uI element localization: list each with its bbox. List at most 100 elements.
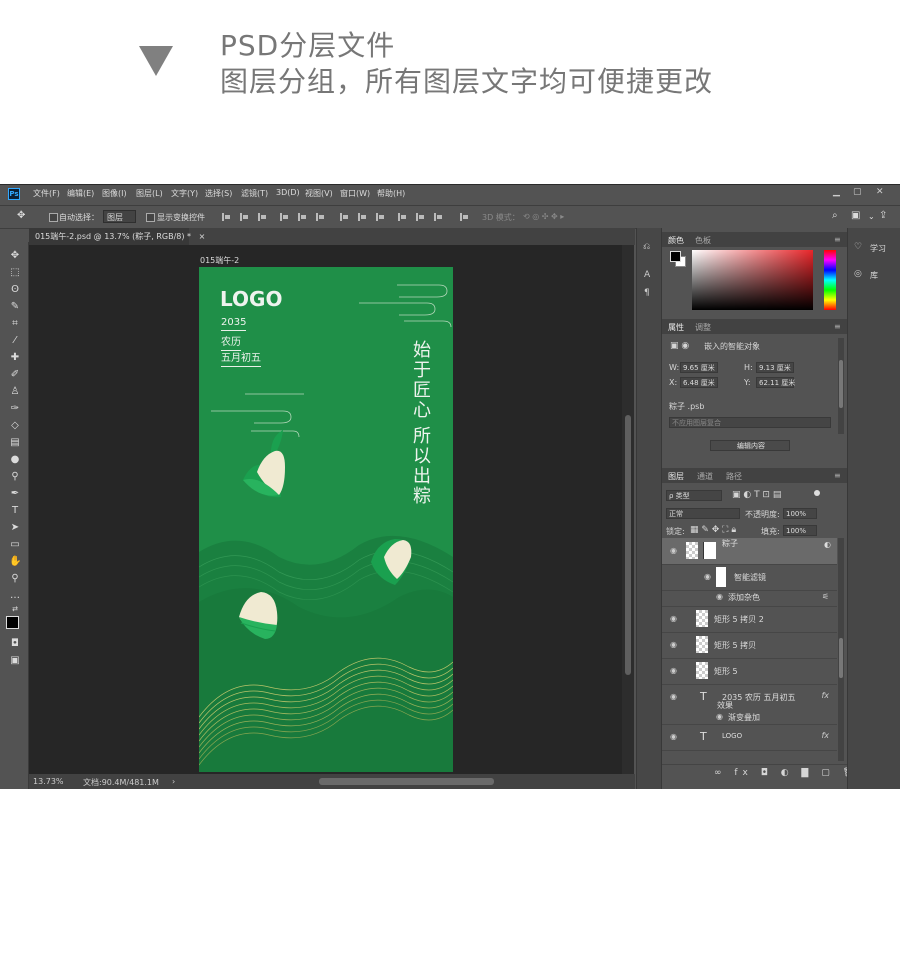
tab-paths[interactable]: 路径 [726, 471, 742, 482]
horizontal-scroll-thumb[interactable] [319, 778, 494, 785]
align-hcenter-icon[interactable] [298, 213, 306, 221]
visibility-eye-icon[interactable]: ◉ [670, 640, 677, 649]
color-picker-field[interactable] [692, 250, 813, 310]
opacity-field[interactable]: 100% [783, 508, 817, 519]
blur-icon[interactable]: ● [9, 454, 21, 465]
vertical-scroll-thumb[interactable] [625, 415, 631, 675]
tab-color[interactable]: 颜色 [668, 235, 684, 246]
maximize-icon[interactable]: ▢ [853, 187, 862, 197]
move-icon[interactable]: ✥ [9, 250, 21, 261]
auto-select-target-dropdown[interactable]: 图层 [103, 210, 136, 223]
layer-effects-icon[interactable]: fx [821, 731, 829, 740]
dodge-icon[interactable]: ⚲ [9, 471, 21, 482]
y-field[interactable]: 62.11 厘米 [756, 377, 795, 388]
crop-icon[interactable]: ⌗ [9, 318, 21, 329]
height-field[interactable]: 9.13 厘米 [756, 362, 794, 373]
eraser-icon[interactable]: ◇ [9, 420, 21, 431]
quick-mask-icon[interactable]: ◘ [9, 638, 21, 649]
learn-icon[interactable]: ♡ [854, 242, 862, 252]
align-left-icon[interactable] [280, 213, 288, 221]
visibility-eye-icon[interactable]: ◉ [716, 712, 723, 721]
color-foreground-swatch[interactable] [670, 251, 681, 262]
layer-row[interactable]: ◉ T LOGO fx [662, 724, 837, 751]
marquee-icon[interactable]: ⬚ [9, 267, 21, 278]
visibility-eye-icon[interactable]: ◉ [670, 732, 677, 741]
layer-row[interactable]: ◉ 智能滤镜 [662, 564, 837, 591]
vertical-scrollbar[interactable] [622, 245, 634, 774]
menu-type[interactable]: 文字(Y) [171, 188, 198, 199]
close-icon[interactable]: ✕ [876, 187, 884, 197]
properties-scroll-thumb[interactable] [839, 360, 843, 408]
panel-menu-icon[interactable]: ≡ [834, 235, 841, 244]
filter-toggle-icon[interactable] [814, 490, 820, 496]
move-tool-icon[interactable]: ✥ [17, 210, 25, 221]
rectangle-tool-icon[interactable]: ▭ [9, 539, 21, 550]
visibility-eye-icon[interactable]: ◉ [670, 614, 677, 623]
swap-colors-icon[interactable]: ⇄ [9, 604, 21, 615]
healing-brush-icon[interactable]: ✚ [9, 352, 21, 363]
menu-3d[interactable]: 3D(D) [276, 188, 300, 197]
auto-align-icon[interactable] [460, 213, 468, 221]
distribute-hcenter-icon[interactable] [416, 213, 424, 221]
layer-row[interactable]: ◉ 渐变叠加 [662, 710, 837, 725]
layers-footer-icons[interactable]: ∞ fx ◘ ◐ ▇ ▢ 🗑︎ [714, 768, 859, 778]
visibility-eye-icon[interactable]: ◉ [670, 546, 677, 555]
libraries-icon[interactable]: ◎ [854, 269, 862, 279]
workspace-dropdown-icon[interactable]: ⌄ [868, 212, 875, 221]
menu-window[interactable]: 窗口(W) [340, 188, 370, 199]
search-icon[interactable]: ⌕ [832, 210, 838, 221]
more-tools-icon[interactable]: … [9, 590, 21, 601]
tab-channels[interactable]: 通道 [697, 471, 713, 482]
layer-row[interactable]: ◉ 矩形 5 拷贝 2 [662, 606, 837, 633]
tab-close-icon[interactable]: × [199, 232, 206, 241]
layer-row[interactable]: ◉ 矩形 5 [662, 658, 837, 685]
path-select-icon[interactable]: ➤ [9, 522, 21, 533]
zoom-icon[interactable]: ⚲ [9, 573, 21, 584]
zoom-level[interactable]: 13.73% [33, 777, 64, 786]
properties-menu-icon[interactable]: ≡ [834, 322, 841, 331]
align-right-icon[interactable] [316, 213, 324, 221]
layer-row[interactable]: ◉ 粽子 ◐ [662, 538, 837, 565]
distribute-top-icon[interactable] [340, 213, 348, 221]
edit-contents-button[interactable]: 编辑内容 [710, 440, 790, 451]
menu-file[interactable]: 文件(F) [33, 188, 60, 199]
distribute-right-icon[interactable] [434, 213, 442, 221]
align-bottom-icon[interactable] [258, 213, 266, 221]
document-tab[interactable]: 015端午-2.psd @ 13.7% (粽子, RGB/8) * × [29, 228, 205, 245]
visibility-eye-icon[interactable]: ◉ [670, 666, 677, 675]
learn-panel-button[interactable]: 学习 [870, 243, 886, 254]
hand-icon[interactable]: ✋ [9, 556, 21, 567]
clone-stamp-icon[interactable]: ♙ [9, 386, 21, 397]
quick-select-icon[interactable]: ✎ [9, 301, 21, 312]
hue-slider[interactable] [824, 250, 836, 310]
paragraph-panel-icon[interactable]: ¶ [644, 288, 650, 298]
menu-filter[interactable]: 滤镜(T) [241, 188, 268, 199]
properties-scrollbar[interactable] [838, 338, 844, 434]
menu-layer[interactable]: 图层(L) [136, 188, 163, 199]
layers-menu-icon[interactable]: ≡ [834, 471, 841, 480]
artboard[interactable]: LOGO 2035 农历 五月初五 始于匠心 所以出粽 [199, 267, 453, 772]
lasso-icon[interactable]: ʘ [9, 284, 21, 295]
distribute-vcenter-icon[interactable] [358, 213, 366, 221]
distribute-bottom-icon[interactable] [376, 213, 384, 221]
tab-layers[interactable]: 图层 [668, 471, 684, 482]
layer-comp-dropdown[interactable]: 不应用图层复合 [669, 417, 831, 428]
blend-mode-dropdown[interactable]: 正常 [666, 508, 740, 519]
layer-row[interactable]: ◉ 添加杂色 ⚟ [662, 590, 837, 607]
tab-adjustments[interactable]: 调整 [695, 322, 711, 333]
character-panel-icon[interactable]: A [644, 270, 650, 280]
auto-select-checkbox[interactable] [49, 213, 58, 222]
gradient-icon[interactable]: ▤ [9, 437, 21, 448]
workspace-icon[interactable]: ▣ [851, 210, 860, 221]
pen-icon[interactable]: ✒ [9, 488, 21, 499]
layer-filter-icons[interactable]: ▣ ◐ T ⊡ ▤ [732, 490, 781, 500]
align-vcenter-icon[interactable] [240, 213, 248, 221]
layers-scroll-thumb[interactable] [839, 638, 843, 678]
type-tool-icon[interactable]: T [9, 505, 21, 516]
layers-scrollbar[interactable] [838, 538, 844, 761]
menu-view[interactable]: 视图(V) [305, 188, 333, 199]
layer-kind-filter[interactable]: ρ 类型 [666, 490, 722, 501]
menu-select[interactable]: 选择(S) [205, 188, 232, 199]
minimize-icon[interactable]: ▁ [833, 187, 840, 197]
x-field[interactable]: 6.48 厘米 [680, 377, 718, 388]
